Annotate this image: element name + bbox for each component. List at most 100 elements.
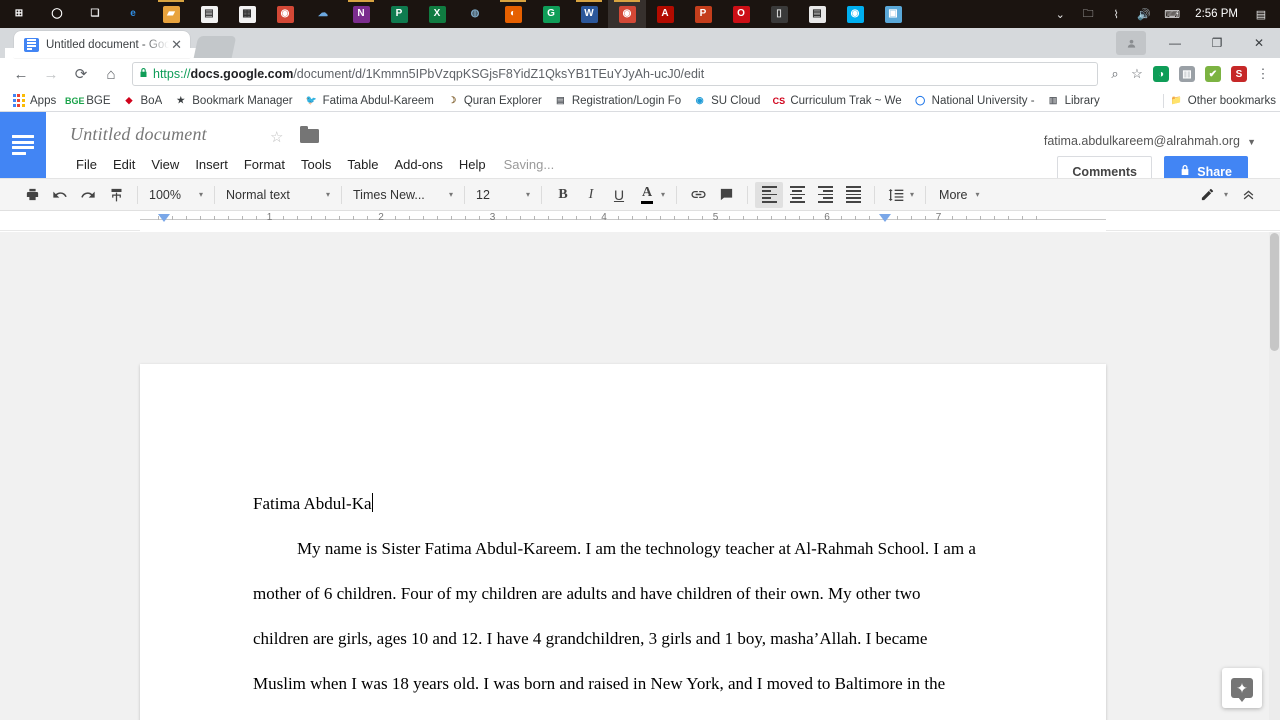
font-family-dropdown[interactable]: Times New... ▾ xyxy=(349,182,457,208)
tray-removable-media-icon[interactable]: 🗀 xyxy=(1075,0,1101,28)
restore-button[interactable]: ❐ xyxy=(1196,28,1238,58)
taskbar-word[interactable]: W xyxy=(570,0,608,28)
explore-button[interactable]: ✦ xyxy=(1222,668,1262,708)
menu-view[interactable]: View xyxy=(143,154,187,175)
extension-checkmark[interactable]: ✔ xyxy=(1200,60,1226,88)
document-text-body[interactable]: Fatima Abdul-Ka My name is Sister Fatima … xyxy=(253,481,977,720)
address-bar[interactable]: https://docs.google.com/document/d/1Kmmn… xyxy=(132,62,1098,86)
undo-icon[interactable] xyxy=(46,182,74,208)
italic-button[interactable]: I xyxy=(577,182,605,208)
taskbar-chrome-active[interactable]: ◉ xyxy=(608,0,646,28)
move-to-folder-icon[interactable] xyxy=(300,126,319,143)
action-center-icon[interactable]: ▤ xyxy=(1248,0,1274,28)
taskbar-adobe-acrobat[interactable]: A xyxy=(646,0,684,28)
more-options-dropdown[interactable]: More ▾ xyxy=(933,182,986,208)
underline-button[interactable]: U xyxy=(605,182,633,208)
back-icon[interactable]: ← xyxy=(6,60,36,88)
taskbar-cortana-search[interactable]: ◯ xyxy=(38,0,76,28)
document-paragraph[interactable]: My name is Sister Fatima Abdul-Kareem. I… xyxy=(253,526,977,720)
paragraph-style-dropdown[interactable]: Normal text ▾ xyxy=(222,182,334,208)
taskbar-opera[interactable]: O xyxy=(722,0,760,28)
other-bookmarks-folder[interactable]: 📁 Other bookmarks xyxy=(1148,93,1276,108)
bookmark-curriculum-trak[interactable]: CS Curriculum Trak ~ We xyxy=(766,91,907,111)
taskbar-firefox[interactable]: ◐ xyxy=(494,0,532,28)
taskbar-onedrive[interactable]: ☁ xyxy=(304,0,342,28)
align-right-button[interactable] xyxy=(811,182,839,208)
insert-comment-icon[interactable] xyxy=(712,182,740,208)
hide-menus-icon[interactable] xyxy=(1234,182,1262,208)
minimize-button[interactable]: — xyxy=(1154,28,1196,58)
zoom-dropdown[interactable]: 100% ▾ xyxy=(145,182,207,208)
new-tab-button[interactable] xyxy=(193,36,237,58)
bookmark-quran-explorer[interactable]: ☽ Quran Explorer xyxy=(440,91,548,111)
menu-add-ons[interactable]: Add-ons xyxy=(386,154,450,175)
bookmark-registration-login[interactable]: ▤ Registration/Login Fo xyxy=(548,91,687,111)
text-color-chevron-down-icon[interactable]: ▾ xyxy=(661,190,665,199)
star-icon[interactable]: ☆ xyxy=(270,128,283,146)
tray-keyboard-icon[interactable]: ⌨ xyxy=(1159,0,1185,28)
document-paragraph[interactable]: Fatima Abdul-Ka xyxy=(253,481,977,526)
browser-tab-untitled-document[interactable]: Untitled document - Goo ✕ xyxy=(5,31,199,58)
bold-button[interactable]: B xyxy=(549,182,577,208)
insert-link-icon[interactable] xyxy=(684,182,712,208)
home-icon[interactable]: ⌂ xyxy=(96,60,126,88)
menu-table[interactable]: Table xyxy=(339,154,386,175)
menu-insert[interactable]: Insert xyxy=(187,154,236,175)
tray-volume-icon[interactable]: 🔊 xyxy=(1131,0,1157,28)
taskbar-store[interactable]: ▤ xyxy=(190,0,228,28)
account-chevron-down-icon[interactable]: ▼ xyxy=(1247,137,1256,147)
taskbar-photos[interactable]: ▣ xyxy=(874,0,912,28)
menu-edit[interactable]: Edit xyxy=(105,154,143,175)
taskbar-microsoft-edge[interactable]: e xyxy=(114,0,152,28)
align-justify-button[interactable] xyxy=(839,182,867,208)
tray-expand-icon[interactable]: ⌄ xyxy=(1047,0,1073,28)
taskbar-start-button[interactable]: ⊞ xyxy=(0,0,38,28)
taskbar-skype[interactable]: ◉ xyxy=(836,0,874,28)
document-canvas[interactable]: Fatima Abdul-Ka My name is Sister Fatima … xyxy=(0,232,1280,720)
forward-icon[interactable]: → xyxy=(36,60,66,88)
reload-icon[interactable]: ⟳ xyxy=(66,60,96,88)
profile-avatar-icon[interactable] xyxy=(1116,31,1146,55)
left-indent-marker[interactable] xyxy=(158,214,170,222)
bookmark-star-icon[interactable]: ☆ xyxy=(1126,66,1148,82)
taskbar-onenote[interactable]: N xyxy=(342,0,380,28)
close-tab-icon[interactable]: ✕ xyxy=(169,37,184,53)
line-spacing-button[interactable] xyxy=(882,182,910,208)
menu-format[interactable]: Format xyxy=(236,154,293,175)
right-indent-marker[interactable] xyxy=(879,214,891,222)
menu-tools[interactable]: Tools xyxy=(293,154,339,175)
extension-s-red[interactable]: S xyxy=(1226,60,1252,88)
extension-split-view[interactable]: ▥ xyxy=(1174,60,1200,88)
taskbar-calculator[interactable]: ▦ xyxy=(228,0,266,28)
bookmark-national-university[interactable]: ◯ National University - xyxy=(908,91,1041,111)
menu-help[interactable]: Help xyxy=(451,154,494,175)
print-icon[interactable] xyxy=(18,182,46,208)
bookmark-fatima-abdul-kareem[interactable]: 🐦 Fatima Abdul-Kareem xyxy=(299,91,440,111)
editing-mode-chevron-down-icon[interactable]: ▾ xyxy=(1224,190,1228,199)
bookmark-apps[interactable]: Apps xyxy=(6,91,62,111)
taskbar-excel[interactable]: X xyxy=(418,0,456,28)
taskbar-google-drive[interactable]: G xyxy=(532,0,570,28)
bookmark-bge[interactable]: BGE BGE xyxy=(62,91,116,111)
close-window-button[interactable]: ✕ xyxy=(1238,28,1280,58)
taskbar-clock[interactable]: 2:56 PM xyxy=(1187,8,1246,20)
editing-mode-pencil-icon[interactable] xyxy=(1194,182,1222,208)
taskbar-chrome-pinned[interactable]: ◉ xyxy=(266,0,304,28)
bookmark-boa[interactable]: ◆ BoA xyxy=(117,91,169,111)
taskbar-powerpoint[interactable]: P xyxy=(684,0,722,28)
extension-green-circle[interactable]: ◑ xyxy=(1148,60,1174,88)
zoom-indicator-icon[interactable]: ⌕ xyxy=(1104,66,1126,82)
document-title[interactable]: Untitled document xyxy=(70,124,207,145)
bookmark-bookmark-manager[interactable]: ★ Bookmark Manager xyxy=(168,91,298,111)
account-email[interactable]: fatima.abdulkareem@alrahmah.org xyxy=(1044,134,1240,148)
google-docs-logo-icon[interactable] xyxy=(0,112,46,178)
font-size-dropdown[interactable]: 12 ▾ xyxy=(472,182,534,208)
document-ruler[interactable]: 1 2 3 4 5 6 7 xyxy=(140,211,1106,231)
bookmark-library[interactable]: ▥ Library xyxy=(1041,91,1106,111)
line-spacing-chevron-down-icon[interactable]: ▾ xyxy=(910,190,914,199)
paint-format-icon[interactable] xyxy=(102,182,130,208)
align-center-button[interactable] xyxy=(783,182,811,208)
align-left-button[interactable] xyxy=(755,181,784,208)
vertical-scrollbar-thumb[interactable] xyxy=(1270,233,1279,351)
taskbar-media-player[interactable]: ◍ xyxy=(456,0,494,28)
